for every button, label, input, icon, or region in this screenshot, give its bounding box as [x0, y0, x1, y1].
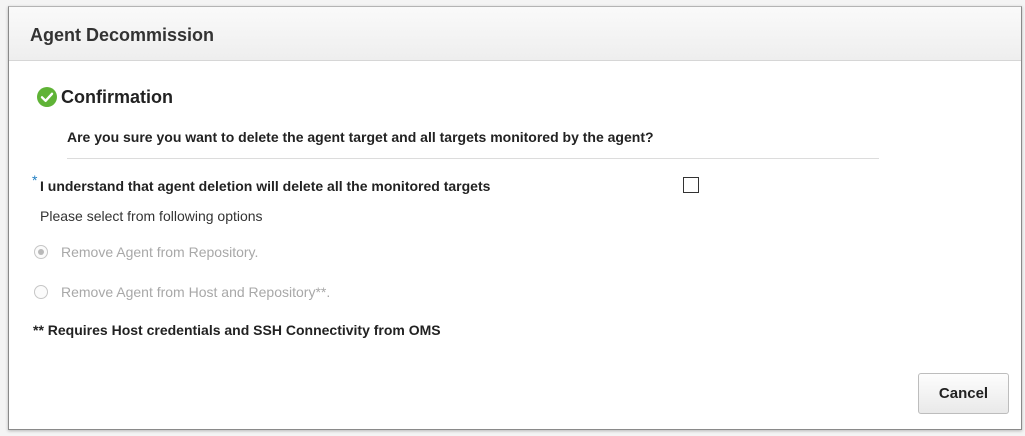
acknowledge-label: I understand that agent deletion will de… [40, 178, 491, 194]
cancel-button[interactable]: Cancel [918, 373, 1009, 414]
remove-from-host-and-repository-label: Remove Agent from Host and Repository**. [61, 284, 331, 300]
required-marker: * [32, 172, 38, 188]
radio-selected-dot [38, 249, 44, 255]
dialog-header: Agent Decommission [9, 7, 1021, 61]
requirements-note: ** Requires Host credentials and SSH Con… [33, 322, 441, 338]
remove-from-repository-radio[interactable] [34, 245, 48, 259]
remove-from-host-and-repository-radio[interactable] [34, 285, 48, 299]
confirmation-question: Are you sure you want to delete the agen… [67, 129, 654, 145]
options-prompt: Please select from following options [40, 208, 263, 224]
check-circle-icon [37, 87, 57, 107]
remove-from-repository-label: Remove Agent from Repository. [61, 244, 259, 260]
confirmation-title: Confirmation [61, 87, 173, 107]
separator [67, 158, 879, 159]
dialog-title: Agent Decommission [30, 25, 215, 45]
agent-decommission-dialog: Agent Decommission Confirmation Are you … [8, 6, 1022, 430]
acknowledge-checkbox[interactable] [683, 177, 699, 193]
